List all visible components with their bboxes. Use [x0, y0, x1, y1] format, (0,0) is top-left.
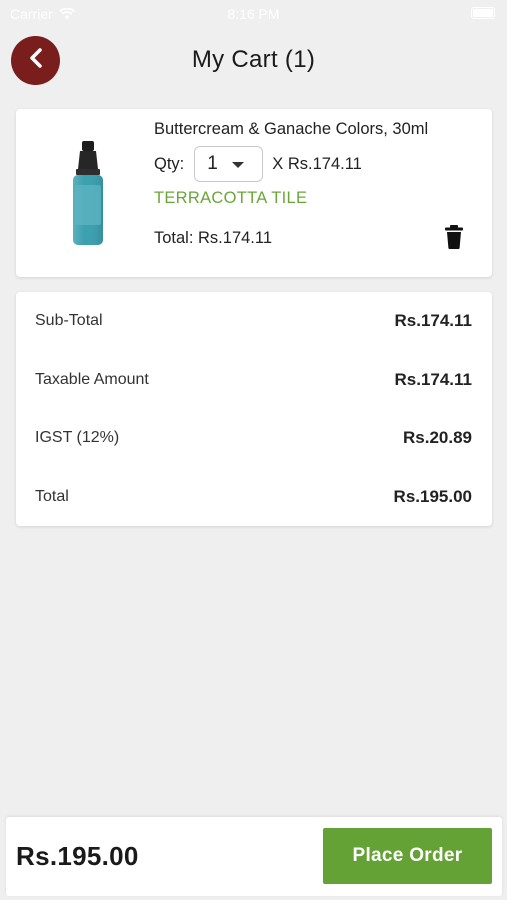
- summary-row-igst: IGST (12%) Rs.20.89: [35, 427, 472, 449]
- quantity-value: 1: [207, 153, 218, 174]
- quantity-dropdown[interactable]: 1: [194, 146, 264, 182]
- status-bar: Carrier 8:16 PM: [0, 0, 507, 28]
- product-variant: TERRACOTTA TILE: [154, 189, 308, 207]
- header: My Cart (1): [0, 32, 507, 90]
- price-summary-card: Sub-Total Rs.174.11 Taxable Amount Rs.17…: [16, 292, 492, 526]
- summary-row-subtotal: Sub-Total Rs.174.11: [35, 310, 472, 332]
- caret-down-icon: [232, 162, 245, 168]
- summary-label: Sub-Total: [35, 312, 103, 329]
- quantity-row: Qty: 1 X Rs.174.11: [154, 146, 362, 182]
- summary-label: Taxable Amount: [35, 371, 149, 388]
- trash-icon: [444, 225, 464, 254]
- unit-price: X Rs.174.11: [272, 154, 362, 173]
- summary-value: Rs.20.89: [403, 428, 472, 447]
- item-total: Total: Rs.174.11: [154, 229, 273, 247]
- grand-total: Rs.195.00: [16, 841, 139, 871]
- product-name[interactable]: Buttercream & Ganache Colors, 30ml: [154, 120, 428, 139]
- product-bottle-icon: [68, 139, 108, 249]
- battery-icon: [471, 7, 495, 19]
- summary-row-total: Total Rs.195.00: [35, 486, 472, 508]
- summary-value: Rs.174.11: [394, 311, 472, 330]
- summary-row-taxable: Taxable Amount Rs.174.11: [35, 369, 472, 391]
- quantity-label: Qty:: [154, 154, 185, 173]
- place-order-button[interactable]: Place Order: [323, 828, 492, 884]
- checkout-bar: Rs.195.00 Place Order: [6, 817, 502, 896]
- summary-label: Total: [35, 488, 69, 505]
- page-title: My Cart (1): [191, 46, 316, 73]
- status-time: 8:16 PM: [227, 6, 280, 22]
- summary-label: IGST (12%): [35, 429, 120, 446]
- cart-item-card: Buttercream & Ganache Colors, 30ml Qty: …: [16, 109, 492, 277]
- summary-value: Rs.195.00: [393, 487, 472, 506]
- summary-value: Rs.174.11: [394, 370, 472, 389]
- delete-item-button[interactable]: [444, 224, 464, 250]
